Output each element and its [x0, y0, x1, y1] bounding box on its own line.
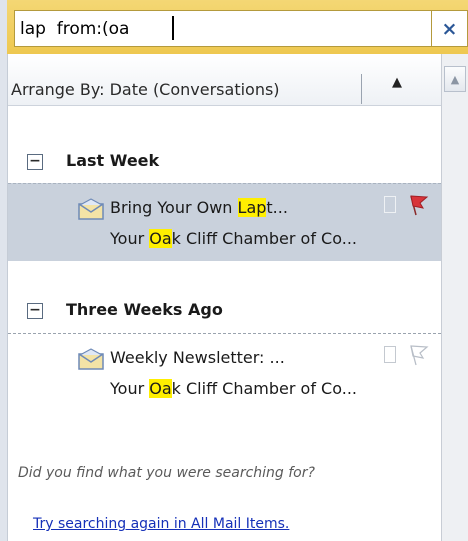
- panel-left-border: [0, 0, 8, 541]
- search-highlight: Oa: [149, 379, 172, 398]
- mail-sender: Your Oak Cliff Chamber of Co...: [110, 229, 357, 248]
- scroll-up-button[interactable]: ▲: [444, 66, 466, 92]
- arrange-by-header[interactable]: Arrange By: Date (Conversations) ▲: [8, 54, 441, 106]
- category-box-icon[interactable]: [384, 346, 396, 363]
- flag-icon[interactable]: [407, 194, 429, 216]
- flag-icon[interactable]: [407, 344, 429, 366]
- mail-item[interactable]: Weekly Newsletter: ... Your Oak Cliff Ch…: [8, 333, 441, 411]
- search-highlight: Lap: [237, 198, 267, 217]
- close-search-button[interactable]: ×: [432, 10, 468, 47]
- category-box-icon[interactable]: [384, 196, 396, 213]
- column-separator: [361, 74, 362, 104]
- search-input[interactable]: [14, 10, 432, 47]
- group-header-last-week[interactable]: − Last Week: [8, 149, 441, 179]
- mail-item[interactable]: Bring Your Own Lapt... Your Oak Cliff Ch…: [8, 183, 441, 261]
- collapse-icon[interactable]: −: [27, 154, 43, 170]
- search-bar: ×: [7, 0, 468, 54]
- scroll-up-icon: ▲: [450, 72, 460, 86]
- collapse-icon[interactable]: −: [27, 303, 43, 319]
- mail-subject: Weekly Newsletter: ...: [110, 348, 285, 367]
- envelope-icon: [78, 198, 104, 220]
- group-label: Last Week: [66, 151, 160, 170]
- arrange-by-label: Arrange By: Date (Conversations): [11, 80, 280, 99]
- search-highlight: Oa: [149, 229, 172, 248]
- group-label: Three Weeks Ago: [66, 300, 223, 319]
- group-header-three-weeks-ago[interactable]: − Three Weeks Ago: [8, 298, 441, 328]
- mail-sender: Your Oak Cliff Chamber of Co...: [110, 379, 357, 398]
- search-all-mail-link[interactable]: Try searching again in All Mail Items.: [33, 516, 289, 532]
- sort-arrow-icon[interactable]: ▲: [392, 75, 402, 90]
- mail-search-panel: × Arrange By: Date (Conversations) ▲ ▲ −…: [0, 0, 468, 541]
- search-feedback-question: Did you find what you were searching for…: [18, 465, 315, 481]
- envelope-icon: [78, 348, 104, 370]
- close-icon: ×: [441, 17, 458, 40]
- mail-subject: Bring Your Own Lapt...: [110, 198, 288, 217]
- text-cursor: [172, 16, 174, 40]
- vertical-scrollbar[interactable]: ▲: [441, 54, 468, 541]
